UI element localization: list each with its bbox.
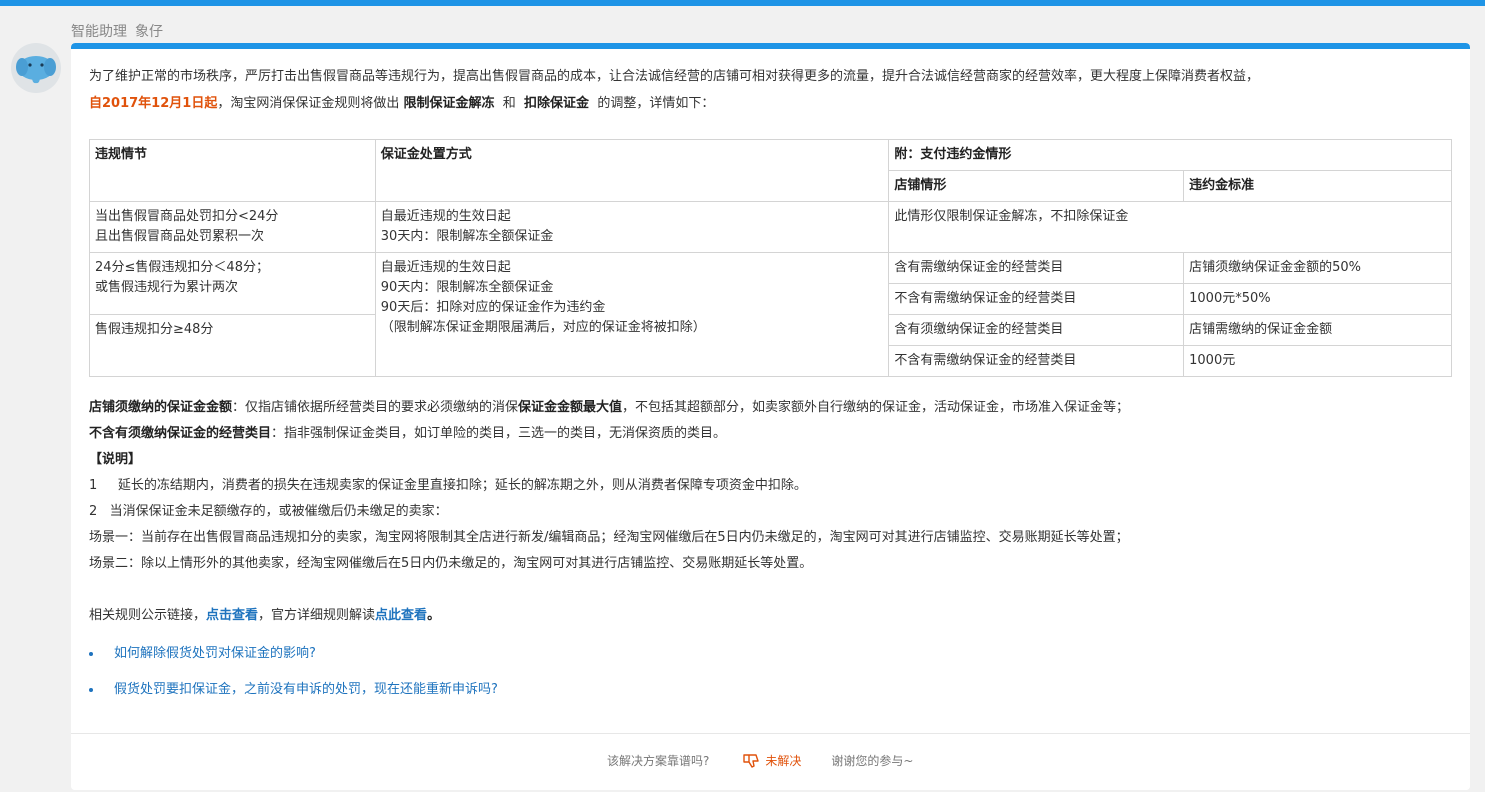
row1-handling: 自最近违规的生效日起 30天内：限制解冻全额保证金 bbox=[374, 201, 890, 253]
rule-links: 相关规则公示链接，点击查看，官方详细规则解读点此查看。 bbox=[89, 603, 1454, 629]
term-restrict-unfreeze: 限制保证金解冻 bbox=[403, 96, 495, 111]
top-accent-bar bbox=[0, 0, 1485, 6]
col-header-handling: 保证金处置方式 bbox=[374, 139, 890, 202]
row3-violation: 售假违规扣分≥48分 bbox=[89, 314, 376, 377]
feedback-question: 该解决方案靠谱吗? bbox=[607, 754, 710, 768]
notes-section: 店铺须缴纳的保证金金额：仅指店铺依据所经营类目的要求必须缴纳的消保保证金金额最大… bbox=[89, 395, 1454, 629]
row2-violation-line1: 24分≤售假违规扣分＜48分； bbox=[95, 260, 269, 275]
assistant-name: 象仔 bbox=[135, 24, 163, 40]
scene-1: 场景一：当前存在出售假冒商品违规扣分的卖家，淘宝网将限制其全店进行新发/编辑商品… bbox=[89, 530, 1129, 545]
row2-violation: 24分≤售假违规扣分＜48分； 或售假违规行为累计两次 bbox=[89, 252, 376, 315]
def1-text-a: ：仅指店铺依据所经营类目的要求必须缴纳的消保 bbox=[232, 400, 519, 415]
intro-line1: 为了维护正常的市场秩序，严厉打击出售假冒商品等违规行为，提高出售假冒商品的成本，… bbox=[89, 69, 1260, 84]
explain-item-2: 2 当消保保证金未足额缴存的，或被催缴后仍未缴足的卖家： bbox=[89, 504, 448, 519]
row2-standard-a: 店铺须缴纳保证金金额的50% bbox=[1183, 252, 1452, 284]
row3-standard-b: 1000元 bbox=[1183, 345, 1452, 377]
related-questions: 如何解除假货处罚对保证金的影响? 假货处罚要扣保证金，之前没有申诉的处罚，现在还… bbox=[89, 643, 498, 715]
row2-handling: 自最近违规的生效日起 90天内：限制解冻全额保证金 90天后：扣除对应的保证金作… bbox=[374, 252, 890, 377]
row1-handling-line1: 自最近违规的生效日起 bbox=[380, 209, 511, 224]
row3-standard-a: 店铺需缴纳的保证金金额 bbox=[1183, 314, 1452, 346]
rule-link-interpretation[interactable]: 点此查看 bbox=[375, 608, 427, 623]
intro-mid: ，淘宝网消保保证金规则将做出 bbox=[217, 96, 400, 111]
row1-violation-line2: 且出售假冒商品处罚累积一次 bbox=[95, 229, 265, 244]
row2-violation-line2: 或售假违规行为累计两次 bbox=[95, 280, 239, 295]
related-question-text: 假货处罚要扣保证金，之前没有申诉的处罚，现在还能重新申诉吗? bbox=[114, 682, 498, 697]
thumbs-down-icon bbox=[743, 753, 760, 768]
sub-header-shop-case: 店铺情形 bbox=[888, 170, 1185, 202]
card-accent-line bbox=[71, 43, 1470, 49]
assistant-label: 智能助理 bbox=[71, 24, 127, 40]
row1-handling-line2: 30天内：限制解冻全额保证金 bbox=[380, 229, 554, 244]
bullet-icon bbox=[89, 688, 93, 692]
scene-2: 场景二：除以上情形外的其他卖家，经淘宝网催缴后在5日内仍未缴足的，淘宝网可对其进… bbox=[89, 556, 813, 571]
explain-title: 【说明】 bbox=[89, 452, 142, 467]
rules-table: 违规情节 保证金处置方式 附：支付违约金情形 店铺情形 违约金标准 当出售假冒商… bbox=[89, 139, 1452, 377]
def1-bold: 保证金金额最大值 bbox=[518, 400, 623, 415]
row3-case-a: 含有须缴纳保证金的经营类目 bbox=[888, 314, 1185, 346]
bullet-icon bbox=[89, 652, 93, 656]
unsolved-button[interactable]: 未解决 bbox=[743, 752, 801, 769]
unsolved-label: 未解决 bbox=[765, 754, 802, 768]
row2-handling-line2: 90天内：限制解冻全额保证金 bbox=[380, 280, 554, 295]
intro-paragraph: 为了维护正常的市场秩序，严厉打击出售假冒商品等违规行为，提高出售假冒商品的成本，… bbox=[89, 63, 1454, 117]
row1-violation: 当出售假冒商品处罚扣分<24分 且出售假冒商品处罚累积一次 bbox=[89, 201, 376, 253]
col-header-violation: 违规情节 bbox=[89, 139, 376, 202]
related-question-item[interactable]: 假货处罚要扣保证金，之前没有申诉的处罚，现在还能重新申诉吗? bbox=[89, 679, 498, 715]
row3-case-b: 不含有需缴纳保证金的经营类目 bbox=[888, 345, 1185, 377]
explain-item-1: 1 延长的冻结期内，消费者的损失在违规卖家的保证金里直接扣除；延长的解冻期之外，… bbox=[89, 478, 807, 493]
thanks-text: 谢谢您的参与~ bbox=[831, 754, 914, 768]
row1-violation-line1: 当出售假冒商品处罚扣分<24分 bbox=[95, 209, 279, 224]
answer-content: 为了维护正常的市场秩序，严厉打击出售假冒商品等违规行为，提高出售假冒商品的成本，… bbox=[89, 63, 1454, 697]
row1-note: 此情形仅限制保证金解冻，不扣除保证金 bbox=[888, 201, 1452, 253]
definition-1: 店铺须缴纳的保证金金额：仅指店铺依据所经营类目的要求必须缴纳的消保保证金金额最大… bbox=[89, 395, 1454, 421]
row2-case-a: 含有需缴纳保证金的经营类目 bbox=[888, 252, 1185, 284]
term-deduct-deposit: 扣除保证金 bbox=[524, 96, 590, 111]
related-question-item[interactable]: 如何解除假货处罚对保证金的影响? bbox=[89, 643, 498, 679]
links-end: 。 bbox=[427, 608, 441, 623]
def1-text-b: ，不包括其超额部分，如卖家额外自行缴纳的保证金，活动保证金，市场准入保证金等； bbox=[622, 400, 1130, 415]
sub-header-penalty-standard: 违约金标准 bbox=[1183, 170, 1452, 202]
def2-term: 不含有须缴纳保证金的经营类目 bbox=[89, 426, 272, 441]
avatar bbox=[11, 43, 61, 93]
elephant-icon bbox=[16, 56, 56, 84]
sender-label: 智能助理 象仔 bbox=[71, 21, 171, 41]
row2-handling-line3: 90天后：扣除对应的保证金作为违约金 bbox=[380, 300, 606, 315]
answer-card: 为了维护正常的市场秩序，严厉打击出售假冒商品等违规行为，提高出售假冒商品的成本，… bbox=[71, 43, 1470, 790]
row2-standard-b: 1000元*50% bbox=[1183, 283, 1452, 315]
row2-handling-line4: （限制解冻保证金期限届满后，对应的保证金将被扣除） bbox=[380, 320, 706, 335]
links-mid: ，官方详细规则解读 bbox=[258, 608, 376, 623]
intro-tail: 的调整，详情如下： bbox=[597, 96, 715, 111]
related-question-text: 如何解除假货处罚对保证金的影响? bbox=[114, 646, 316, 661]
row2-case-b: 不含有需缴纳保证金的经营类目 bbox=[888, 283, 1185, 315]
def2-text: ：指非强制保证金类目，如订单险的类目，三选一的类目，无消保资质的类目。 bbox=[271, 426, 727, 441]
def1-term: 店铺须缴纳的保证金金额 bbox=[89, 400, 233, 415]
effective-date: 自2017年12月1日起 bbox=[89, 96, 218, 111]
links-prefix: 相关规则公示链接， bbox=[89, 608, 207, 623]
feedback-inner: 该解决方案靠谱吗? 未解决 谢谢您的参与~ bbox=[607, 752, 913, 769]
intro-and: 和 bbox=[502, 96, 516, 111]
feedback-bar: 该解决方案靠谱吗? 未解决 谢谢您的参与~ bbox=[71, 733, 1470, 790]
definition-2: 不含有须缴纳保证金的经营类目：指非强制保证金类目，如订单险的类目，三选一的类目，… bbox=[89, 421, 1454, 447]
col-header-penalty: 附：支付违约金情形 bbox=[888, 139, 1452, 171]
rule-link-view[interactable]: 点击查看 bbox=[206, 608, 258, 623]
row2-handling-line1: 自最近违规的生效日起 bbox=[380, 260, 511, 275]
